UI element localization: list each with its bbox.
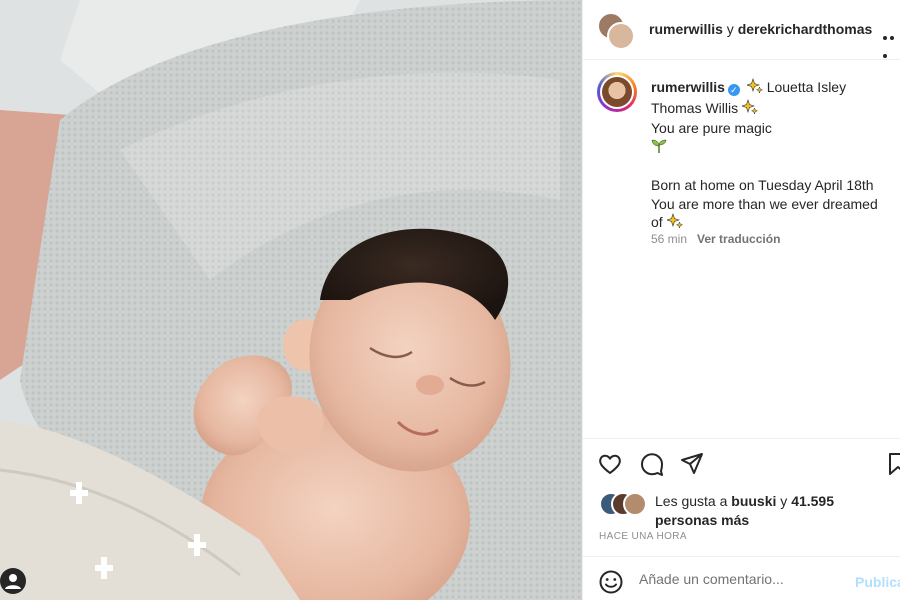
post-authors: rumerwillis y derekrichardthomas	[649, 21, 872, 37]
collab-avatars[interactable]	[597, 12, 637, 50]
post-caption: rumerwillis ✓ Louetta Isley Thomas Willis…	[651, 78, 889, 234]
caption-line: Thomas Willis	[651, 99, 739, 116]
author-connector: y	[722, 21, 738, 37]
paper-plane-icon[interactable]	[679, 451, 705, 477]
heart-icon[interactable]	[597, 451, 623, 477]
comment-composer: Publicar	[583, 556, 900, 600]
author-link[interactable]: derekrichardthomas	[738, 21, 873, 37]
see-translation-link[interactable]: Ver traducción	[697, 232, 780, 246]
person-tag-icon[interactable]	[0, 568, 26, 594]
sparkles-emoji	[665, 213, 683, 234]
post-header: rumerwillis y derekrichardthomas	[583, 0, 900, 60]
sparkles-emoji	[741, 98, 759, 120]
comment-icon[interactable]	[639, 451, 665, 477]
story-avatar[interactable]	[597, 72, 637, 112]
post-image[interactable]	[0, 0, 582, 600]
author-link[interactable]: rumerwillis	[649, 21, 723, 37]
caption-username[interactable]: rumerwillis	[651, 79, 725, 95]
likes-text: Les gusta a buuski y 41.595 personas más	[655, 492, 895, 530]
likes-connector: y	[776, 493, 792, 509]
sparkles-emoji	[745, 78, 764, 99]
bookmark-icon[interactable]	[885, 451, 900, 477]
post-timestamp[interactable]: HACE UNA HORA	[599, 531, 687, 542]
caption-line: You are pure magic	[651, 120, 772, 136]
avatar[interactable]	[607, 22, 635, 50]
likes-prefix: Les gusta a	[655, 493, 732, 509]
verified-badge-icon: ✓	[727, 84, 740, 96]
more-horizontal-icon[interactable]	[883, 27, 900, 58]
post-actions	[583, 438, 900, 486]
liker-avatars[interactable]	[599, 492, 651, 516]
caption-meta: 56 min Ver traducción	[651, 232, 780, 246]
publish-button[interactable]: Publicar	[855, 574, 900, 590]
caption-line: of	[651, 214, 663, 230]
smile-icon[interactable]	[598, 569, 624, 595]
post-side-panel: rumerwillis y derekrichardthomas rumerwi…	[582, 0, 900, 600]
liker-username[interactable]: buuski	[731, 493, 776, 509]
caption-line: Born at home on Tuesday April 18th	[651, 177, 874, 193]
caption-line: Louetta Isley	[766, 79, 847, 95]
seedling-emoji	[651, 138, 667, 159]
caption-time: 56 min	[651, 232, 688, 246]
baby-photo	[0, 0, 582, 600]
caption-line: You are more than we ever dreamed	[651, 195, 878, 212]
comment-input[interactable]	[639, 571, 839, 587]
avatar[interactable]	[623, 492, 647, 516]
